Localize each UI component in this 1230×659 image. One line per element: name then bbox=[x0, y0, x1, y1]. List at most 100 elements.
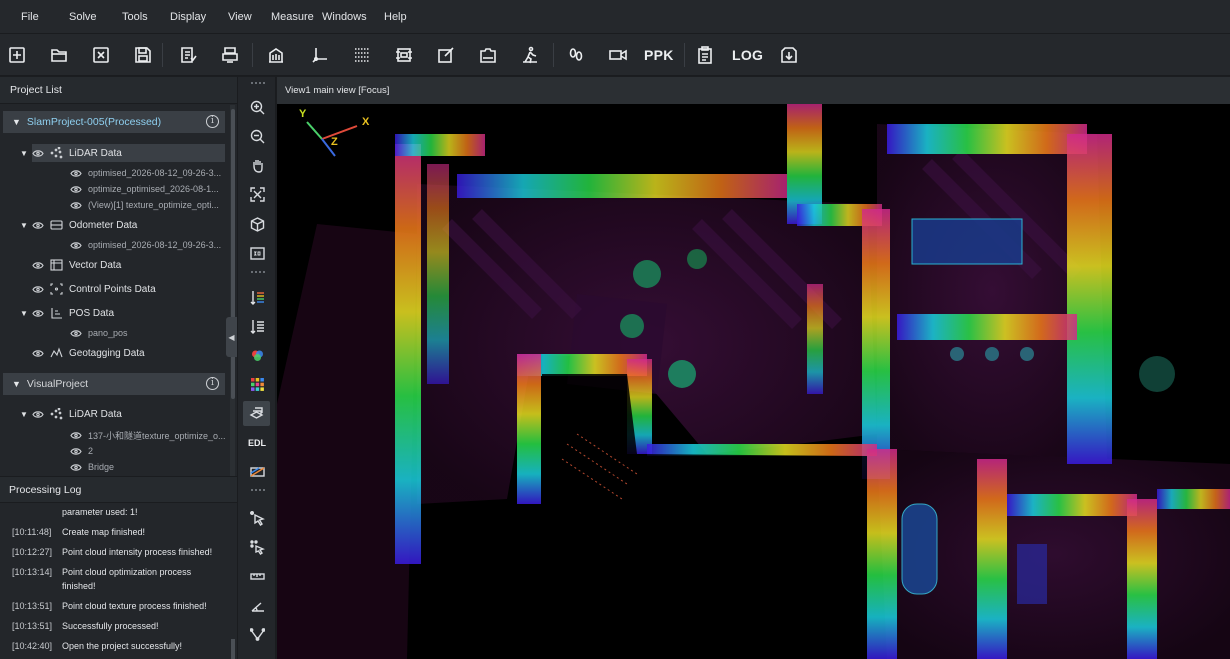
visibility-eye-icon[interactable] bbox=[32, 149, 44, 157]
point-cloud-viewport[interactable]: Y X Z bbox=[277, 104, 1230, 659]
visibility-eye-icon[interactable] bbox=[32, 309, 44, 317]
cube-view-button[interactable] bbox=[247, 214, 267, 234]
tree-leaf-item[interactable]: Bridge bbox=[70, 458, 114, 476]
tree-item-geotagging-data[interactable]: Geotagging Data bbox=[32, 344, 145, 362]
expand-arrow-icon[interactable]: ▼ bbox=[20, 410, 32, 419]
classification-color-button[interactable] bbox=[247, 374, 267, 394]
open-project-button[interactable] bbox=[45, 41, 73, 69]
visibility-eye-icon[interactable] bbox=[32, 410, 44, 418]
tree-item-lidar-data[interactable]: ▼ LiDAR Data bbox=[20, 144, 122, 162]
visibility-eye-icon[interactable] bbox=[32, 221, 44, 229]
visibility-eye-icon[interactable] bbox=[70, 447, 82, 455]
visibility-eye-icon[interactable] bbox=[70, 463, 82, 471]
expand-arrow-icon[interactable]: ▼ bbox=[20, 149, 32, 158]
edit-button[interactable] bbox=[432, 41, 460, 69]
ppk-button[interactable]: PPK bbox=[644, 41, 674, 69]
log-time: [10:13:14] bbox=[12, 567, 53, 577]
project-row-slamproject[interactable]: ▼ SlamProject-005(Processed) i bbox=[3, 111, 225, 133]
tree-leaf-label: optimised_2026-08-12_09-26-3... bbox=[88, 168, 222, 178]
tree-item-pos-data[interactable]: ▼ POS Data bbox=[20, 304, 114, 322]
collapse-panel-handle[interactable]: ◀ bbox=[226, 317, 237, 357]
visibility-eye-icon[interactable] bbox=[32, 285, 44, 293]
visibility-eye-icon[interactable] bbox=[32, 349, 44, 357]
visibility-eye-icon[interactable] bbox=[70, 169, 82, 177]
visibility-eye-icon[interactable] bbox=[70, 241, 82, 249]
coordinate-button[interactable] bbox=[306, 41, 334, 69]
menu-windows[interactable]: Windows bbox=[322, 11, 367, 23]
menu-tools[interactable]: Tools bbox=[122, 11, 148, 23]
menu-solve[interactable]: Solve bbox=[69, 11, 97, 23]
video-button[interactable] bbox=[604, 41, 632, 69]
edl-button[interactable]: EDL bbox=[247, 433, 267, 453]
process-button[interactable] bbox=[216, 41, 244, 69]
visibility-eye-icon[interactable] bbox=[70, 185, 82, 193]
tree-leaf-label: 137-小和隧道texture_optimize_o... bbox=[88, 430, 226, 441]
collapse-arrow-icon[interactable]: ▼ bbox=[12, 379, 21, 389]
save-button[interactable] bbox=[129, 41, 157, 69]
visibility-eye-icon[interactable] bbox=[70, 329, 82, 337]
tree-leaf-item[interactable]: (View)[1] texture_optimize_opti... bbox=[70, 196, 219, 214]
zoom-out-button[interactable] bbox=[247, 126, 267, 146]
visibility-eye-icon[interactable] bbox=[32, 261, 44, 269]
main-toolbar: PPK LOG bbox=[0, 33, 1230, 76]
export-button[interactable] bbox=[775, 41, 803, 69]
footprint-button[interactable] bbox=[562, 41, 590, 69]
log-time: [10:13:51] bbox=[12, 621, 53, 631]
tree-leaf-item[interactable]: pano_pos bbox=[70, 324, 128, 342]
project-row-visualproject[interactable]: ▼ VisualProject i bbox=[3, 373, 225, 395]
visibility-eye-icon[interactable] bbox=[70, 431, 82, 439]
zoom-in-button[interactable] bbox=[247, 97, 267, 117]
tree-leaf-item[interactable]: 137-小和隧道texture_optimize_o... bbox=[70, 426, 226, 444]
grip-handle[interactable] bbox=[251, 271, 265, 273]
grid-button[interactable] bbox=[348, 41, 376, 69]
tree-item-lidar-data[interactable]: ▼ LiDAR Data bbox=[20, 405, 122, 423]
ruler-button[interactable] bbox=[247, 566, 267, 586]
walk-button[interactable] bbox=[516, 41, 544, 69]
log-button[interactable]: LOG bbox=[732, 41, 763, 69]
visibility-eye-icon[interactable] bbox=[70, 201, 82, 209]
grip-handle[interactable] bbox=[251, 489, 265, 491]
point-cloud-render bbox=[277, 104, 1230, 659]
tree-leaf-label: optimised_2026-08-12_09-26-3... bbox=[88, 240, 222, 250]
save-icon bbox=[135, 47, 151, 63]
menu-file[interactable]: File bbox=[21, 11, 39, 23]
expand-arrow-icon[interactable]: ▼ bbox=[20, 309, 32, 318]
new-project-button[interactable] bbox=[3, 41, 31, 69]
fit-view-button[interactable] bbox=[247, 184, 267, 204]
tree-item-control-points-data[interactable]: Control Points Data bbox=[32, 280, 156, 298]
close-project-button[interactable] bbox=[87, 41, 115, 69]
menu-view[interactable]: View bbox=[228, 11, 252, 23]
elevation-color-button[interactable] bbox=[247, 287, 267, 307]
tree-leaf-item[interactable]: optimised_2026-08-12_09-26-3... bbox=[70, 236, 221, 254]
tree-item-vector-data[interactable]: Vector Data bbox=[32, 256, 121, 274]
import-data-button[interactable] bbox=[174, 41, 202, 69]
layers-button[interactable] bbox=[243, 401, 270, 426]
menu-help[interactable]: Help bbox=[384, 11, 407, 23]
multi-select-button[interactable] bbox=[247, 537, 267, 557]
menu-measure[interactable]: Measure bbox=[271, 11, 314, 23]
process-icon bbox=[222, 47, 238, 63]
pan-button[interactable] bbox=[247, 155, 267, 175]
log-message: Successfully processed! bbox=[62, 621, 159, 631]
expand-arrow-icon[interactable]: ▼ bbox=[20, 221, 32, 230]
log-scrollbar-thumb[interactable] bbox=[231, 639, 235, 659]
select-button[interactable] bbox=[247, 508, 267, 528]
fit-view-icon bbox=[249, 186, 265, 202]
polyline-button[interactable] bbox=[247, 624, 267, 644]
frame-button[interactable] bbox=[390, 41, 418, 69]
rgb-color-button[interactable] bbox=[247, 345, 267, 365]
grip-handle[interactable] bbox=[251, 82, 265, 84]
report-button[interactable] bbox=[691, 41, 719, 69]
odometer-icon bbox=[50, 219, 63, 231]
menu-display[interactable]: Display bbox=[170, 11, 206, 23]
angle-button[interactable] bbox=[247, 595, 267, 615]
tree-item-odometer-data[interactable]: ▼ Odometer Data bbox=[20, 216, 137, 234]
info-icon[interactable]: i bbox=[206, 377, 219, 390]
intensity-color-button[interactable] bbox=[247, 316, 267, 336]
info-icon[interactable]: i bbox=[206, 115, 219, 128]
building-button[interactable] bbox=[262, 41, 290, 69]
camera-box-button[interactable] bbox=[474, 41, 502, 69]
gradient-button[interactable] bbox=[247, 461, 267, 481]
3d-view-button[interactable] bbox=[247, 243, 267, 263]
collapse-arrow-icon[interactable]: ▼ bbox=[12, 117, 21, 127]
